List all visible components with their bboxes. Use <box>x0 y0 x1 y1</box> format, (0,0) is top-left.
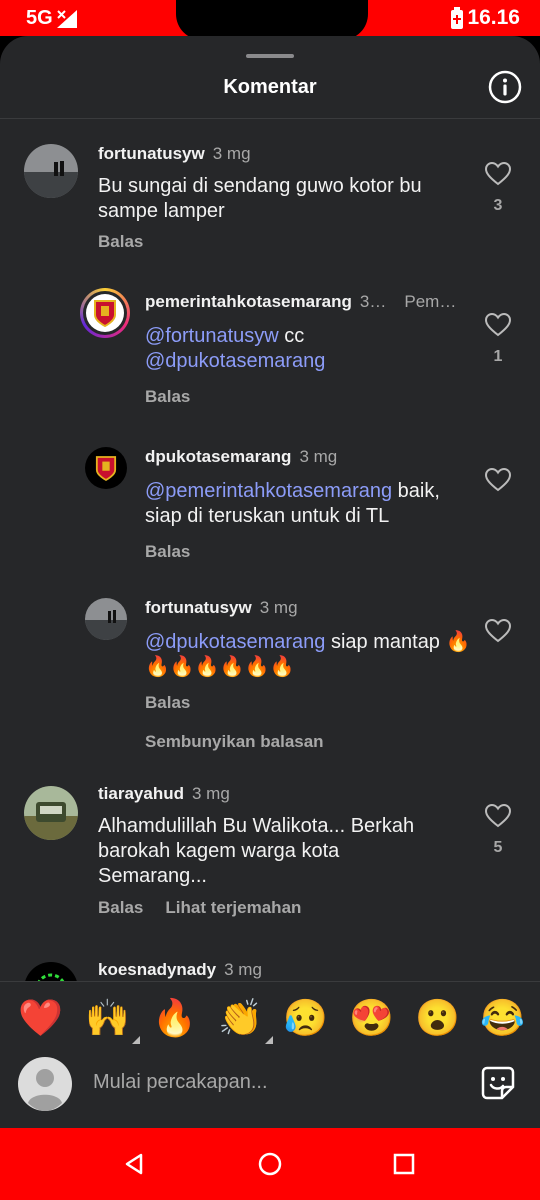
info-icon[interactable] <box>488 70 522 104</box>
like-button[interactable] <box>478 467 518 497</box>
comment-meta: koesnadynady 3 mg <box>98 960 262 980</box>
fire-emoji-button[interactable]: 🔥 <box>152 998 197 1038</box>
comment-meta: fortunatusyw 3 mg <box>98 144 251 164</box>
heart-icon <box>484 467 512 492</box>
comment-meta: pemerintahkotasemarang 3… Pem… <box>145 292 456 312</box>
reply-button[interactable]: Balas <box>98 232 143 251</box>
battery-icon <box>451 7 464 29</box>
reply-button[interactable]: Balas <box>145 387 190 406</box>
comment-actions: Balas <box>145 387 212 407</box>
header-divider <box>0 118 540 119</box>
comment-text: @dpukotasemarang siap mantap 🔥🔥🔥🔥🔥🔥🔥 <box>145 631 471 678</box>
username[interactable]: fortunatusyw <box>145 598 252 617</box>
network-label: 5G <box>26 7 53 29</box>
comment-text: Bu sungai di sendang guwo kotor bu sampe… <box>98 175 422 222</box>
comments-sheet: Komentar fortunatusyw 3 mg Bu sungai di s… <box>0 36 540 1128</box>
like-button[interactable] <box>478 618 518 648</box>
camera-notch <box>176 0 368 40</box>
comment-actions: Balas <box>98 232 165 252</box>
like-count: 1 <box>493 348 503 365</box>
sticker-icon[interactable] <box>480 1065 516 1101</box>
clap-emoji-button[interactable]: 👏 <box>218 998 273 1044</box>
heart-icon <box>484 803 512 828</box>
skin-tone-indicator-icon <box>131 1036 140 1044</box>
heart-emoji-button[interactable]: ❤️ <box>18 998 63 1038</box>
skin-tone-indicator-icon <box>264 1036 273 1044</box>
emoji-quick-bar: ❤️ 🙌 🔥 👏 😥 😍 😮 😂 <box>0 981 540 1058</box>
username[interactable]: tiarayahud <box>98 784 184 803</box>
username[interactable]: koesnadynady <box>98 960 216 979</box>
like-count: 5 <box>493 839 503 856</box>
comment-meta: fortunatusyw 3 mg <box>145 598 298 618</box>
raised-hands-emoji-button[interactable]: 🙌 <box>85 998 140 1044</box>
like-button[interactable]: 1 <box>478 312 518 366</box>
comment-actions: Balas Lihat terjemahan <box>98 898 323 918</box>
mention-link[interactable]: @pemerintahkotasemarang <box>145 480 392 502</box>
signal-icon <box>56 9 77 28</box>
heart-icon <box>484 618 512 643</box>
heart-icon <box>484 161 512 186</box>
timestamp: 3 mg <box>224 960 262 979</box>
time-indicator: 16.16 <box>451 6 520 30</box>
heart-eyes-emoji-button[interactable]: 😍 <box>349 998 394 1038</box>
avatar[interactable] <box>24 144 78 198</box>
comment-text: @pemerintahkotasemarang baik, siap di te… <box>145 480 440 527</box>
timestamp: 3 mg <box>191 784 230 803</box>
recent-apps-icon[interactable] <box>393 1153 415 1175</box>
timestamp: 3 mg <box>259 598 298 617</box>
timestamp: 3 mg <box>299 447 338 466</box>
avatar[interactable] <box>80 288 130 338</box>
like-button[interactable]: 5 <box>478 803 518 857</box>
surprised-emoji-button[interactable]: 😮 <box>415 998 460 1038</box>
page-title: Komentar <box>223 76 317 98</box>
like-count: 3 <box>493 197 503 214</box>
username[interactable]: fortunatusyw <box>98 144 205 163</box>
like-button[interactable]: 3 <box>478 161 518 215</box>
avatar[interactable] <box>85 447 127 489</box>
user-avatar-icon <box>18 1057 72 1111</box>
comment-composer: Mulai percakapan... <box>0 1057 540 1128</box>
mention-link[interactable]: @dpukotasemarang <box>145 350 325 372</box>
timestamp: 3 mg <box>212 144 251 163</box>
reply-button[interactable]: Balas <box>145 542 190 561</box>
home-icon[interactable] <box>257 1151 283 1177</box>
sad-emoji-button[interactable]: 😥 <box>283 998 328 1038</box>
reply-button[interactable]: Balas <box>145 693 190 712</box>
pinned-label: Pem… <box>404 292 457 311</box>
system-nav-bar <box>0 1128 540 1200</box>
avatar[interactable] <box>85 598 127 640</box>
comment-meta: tiarayahud 3 mg <box>98 784 230 804</box>
translate-button[interactable]: Lihat terjemahan <box>165 898 301 917</box>
mention-link[interactable]: @fortunatusyw <box>145 325 279 347</box>
clock: 16.16 <box>467 6 520 29</box>
comment-meta: dpukotasemarang 3 mg <box>145 447 337 467</box>
heart-icon <box>484 312 512 337</box>
username[interactable]: pemerintahkotasemarang <box>145 292 352 311</box>
mention-link[interactable]: @dpukotasemarang <box>145 631 325 653</box>
back-icon[interactable] <box>122 1152 146 1176</box>
network-indicator: 5G <box>26 7 79 30</box>
comment-input[interactable]: Mulai percakapan... <box>93 1071 268 1094</box>
reply-button[interactable]: Balas <box>98 898 143 917</box>
avatar[interactable] <box>24 786 78 840</box>
comment-actions: Balas <box>145 542 212 562</box>
comment-actions: Balas <box>145 693 212 713</box>
drag-handle[interactable] <box>246 54 294 58</box>
comment-text: @fortunatusyw cc @dpukotasemarang <box>145 325 326 372</box>
username[interactable]: dpukotasemarang <box>145 447 291 466</box>
laughing-emoji-button[interactable]: 😂 <box>480 998 525 1038</box>
comment-text: Alhamdulillah Bu Walikota... Berkah baro… <box>98 815 415 887</box>
hide-replies-button[interactable]: Sembunyikan balasan <box>145 732 324 752</box>
timestamp: 3… <box>359 292 387 311</box>
